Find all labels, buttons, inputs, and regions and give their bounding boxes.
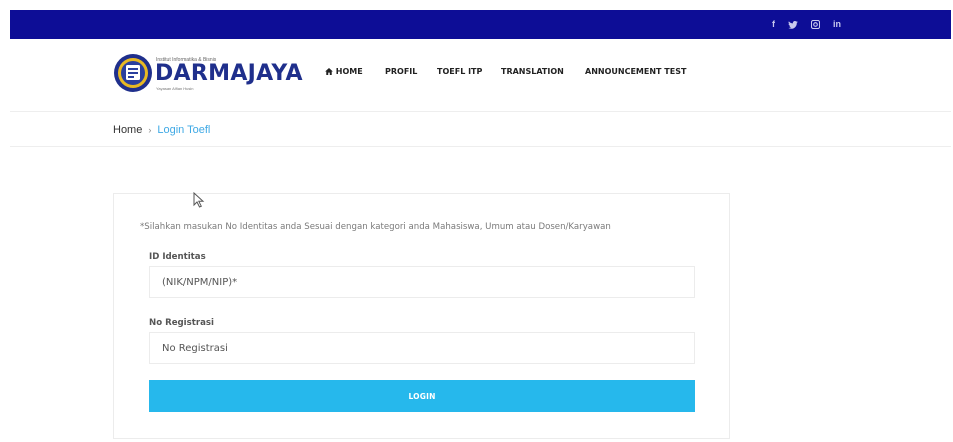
home-icon — [325, 67, 336, 76]
page: f in Institut Informatika & Bisnis DARMA… — [0, 0, 953, 442]
breadcrumb-current[interactable]: Login Toefl — [157, 124, 210, 136]
nav-profil[interactable]: PROFIL — [385, 67, 417, 76]
main-nav: HOME PROFIL TOEFL ITP TRANSLATION ANNOUN… — [0, 39, 953, 111]
twitter-icon[interactable] — [788, 10, 798, 39]
login-instructions: *Silahkan masukan No Identitas anda Sesu… — [140, 222, 611, 232]
instagram-icon[interactable] — [810, 10, 821, 39]
breadcrumb: Home › Login Toefl — [113, 124, 210, 136]
header: Institut Informatika & Bisnis DARMAJAYA … — [0, 39, 953, 111]
divider — [10, 111, 951, 112]
id-identitas-input[interactable] — [149, 266, 695, 298]
login-button[interactable]: LOGIN — [149, 380, 695, 412]
id-identitas-label: ID Identitas — [149, 252, 206, 262]
facebook-icon[interactable]: f — [772, 10, 775, 39]
no-registrasi-label: No Registrasi — [149, 318, 214, 328]
nav-home-label: HOME — [335, 67, 363, 76]
social-links: f in — [772, 10, 841, 39]
nav-home[interactable]: HOME — [325, 67, 363, 76]
no-registrasi-input[interactable] — [149, 332, 695, 364]
breadcrumb-separator: › — [148, 125, 152, 135]
nav-announcement-test[interactable]: ANNOUNCEMENT TEST — [585, 67, 686, 76]
mouse-cursor-icon — [193, 192, 205, 208]
linkedin-icon[interactable]: in — [833, 10, 841, 39]
nav-toefl-itp[interactable]: TOEFL ITP — [437, 67, 482, 76]
top-bar: f in — [10, 10, 951, 39]
divider — [10, 146, 951, 147]
breadcrumb-home[interactable]: Home — [113, 124, 142, 136]
nav-translation[interactable]: TRANSLATION — [501, 67, 564, 76]
